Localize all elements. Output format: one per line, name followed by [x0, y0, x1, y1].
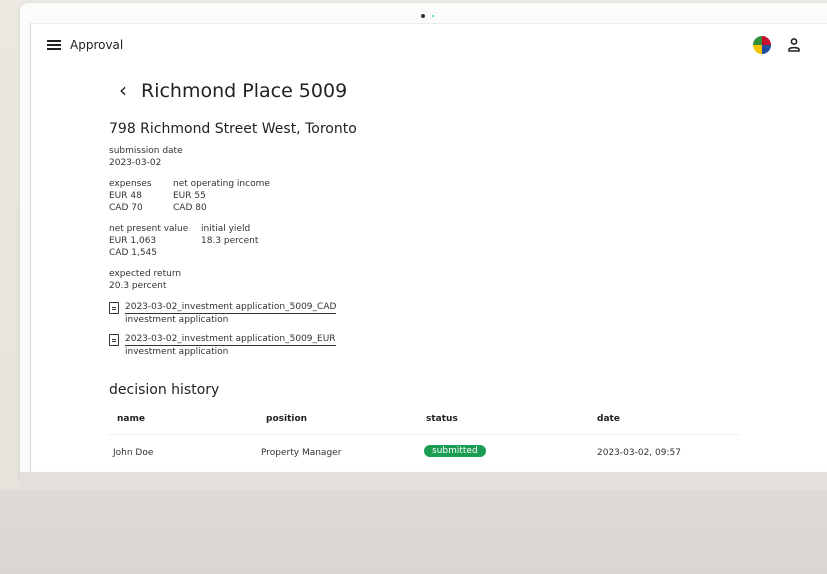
npv-value-eur: EUR 1,063 — [109, 236, 157, 246]
expenses-value-cad: CAD 70 — [109, 203, 143, 213]
column-header-position: position — [266, 414, 308, 424]
expenses-value-eur: EUR 48 — [109, 191, 142, 201]
document-type: investment application — [125, 315, 229, 325]
npv-label: net present value — [109, 224, 189, 234]
document-link[interactable]: 2023-03-02_investment application_5009_C… — [125, 301, 337, 314]
app-screen: Approval ‹ Richmond Place 5009 798 Richm… — [30, 23, 827, 471]
page-title: Richmond Place 5009 — [141, 80, 348, 102]
column-header-name: name — [117, 414, 145, 424]
document-type: investment application — [125, 347, 229, 357]
cell-date: 2023-03-02, 09:57 — [597, 448, 681, 458]
document-icon — [109, 334, 119, 346]
submission-date-label: submission date — [109, 146, 183, 156]
expected-return-value: 20.3 percent — [109, 281, 167, 291]
cell-name: John Doe — [113, 448, 154, 458]
top-bar: Approval — [31, 24, 827, 66]
initial-yield-label: initial yield — [201, 224, 251, 234]
noi-value-cad: CAD 80 — [173, 203, 207, 213]
noi-value-eur: EUR 55 — [173, 191, 206, 201]
background-desk — [0, 490, 827, 574]
monitor-chin — [20, 472, 827, 490]
chevron-left-icon[interactable]: ‹ — [119, 78, 127, 102]
expected-return-label: expected return — [109, 269, 182, 279]
document-icon — [109, 302, 119, 314]
decision-history-title: decision history — [109, 382, 220, 398]
cell-position: Property Manager — [261, 448, 342, 458]
column-header-date: date — [597, 414, 620, 424]
app-title: Approval — [70, 38, 124, 52]
noi-label: net operating income — [173, 179, 270, 189]
initial-yield-value: 18.3 percent — [201, 236, 259, 246]
npv-value-cad: CAD 1,545 — [109, 248, 157, 258]
document-link[interactable]: 2023-03-02_investment application_5009_E… — [125, 333, 336, 346]
camera-led-icon — [432, 15, 434, 17]
submission-date-value: 2023-03-02 — [109, 158, 162, 168]
table-divider — [109, 434, 739, 435]
camera-icon — [421, 14, 425, 18]
column-header-status: status — [426, 414, 458, 424]
property-address: 798 Richmond Street West, Toronto — [109, 121, 357, 137]
status-badge: submitted — [424, 445, 486, 457]
hamburger-menu-icon[interactable] — [47, 40, 61, 50]
flag-globe-icon[interactable] — [753, 36, 771, 54]
user-icon[interactable] — [788, 38, 800, 52]
expenses-label: expenses — [109, 179, 152, 189]
